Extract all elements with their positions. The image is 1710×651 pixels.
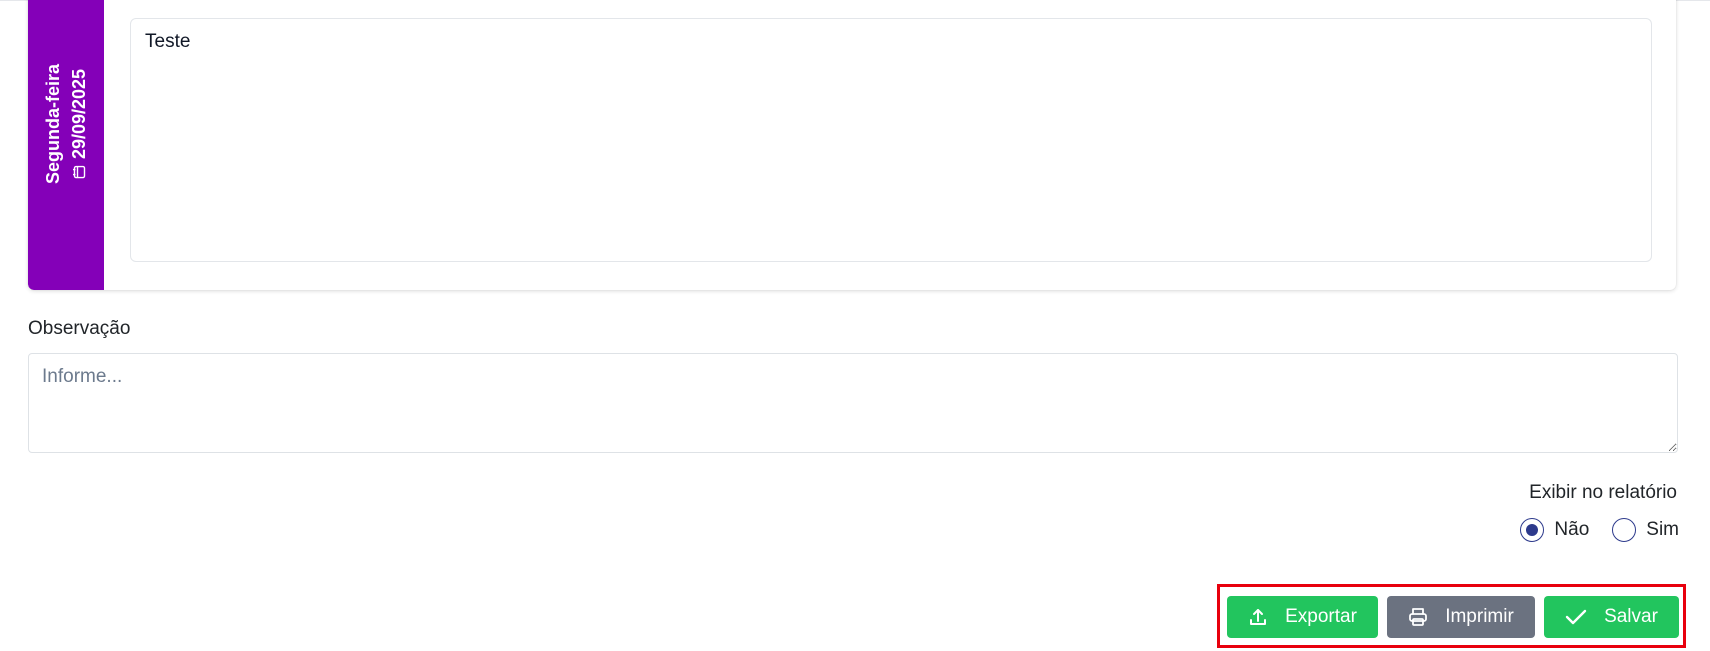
day-date: 29/09/2025 [69,68,89,160]
day-content-text: Teste [145,31,191,52]
check-icon [1565,609,1587,625]
page: Segunda-feira 29/09/2025 Teste Observaçã… [0,0,1710,651]
report-visibility-radio-group: Não Sim [1520,518,1679,542]
export-button[interactable]: Exportar [1227,596,1378,638]
day-date-row: 29/09/2025 [66,64,92,184]
observation-textarea[interactable] [28,353,1678,453]
radio-sim-button[interactable] [1612,518,1637,542]
day-side-banner: Segunda-feira 29/09/2025 [28,0,104,290]
radio-nao-button[interactable] [1520,518,1545,542]
calendar-icon [73,165,86,179]
print-label: Imprimir [1445,606,1514,627]
day-card: Segunda-feira 29/09/2025 Teste [28,0,1676,290]
observation-label: Observação [28,318,131,339]
print-button[interactable]: Imprimir [1387,596,1535,638]
save-label: Salvar [1604,606,1658,627]
radio-sim-label: Sim [1646,519,1679,540]
day-weekday: Segunda-feira [43,63,63,185]
save-button[interactable]: Salvar [1544,596,1679,638]
report-visibility-label: Exibir no relatório [1529,482,1677,503]
day-content-box[interactable]: Teste [130,18,1652,262]
upload-icon [1250,609,1267,625]
printer-icon [1409,608,1428,626]
radio-option-nao[interactable]: Não [1520,518,1589,542]
radio-nao-label: Não [1554,519,1590,540]
radio-option-sim[interactable]: Sim [1612,518,1679,542]
export-label: Exportar [1285,606,1357,627]
radio-selected-dot [1526,524,1539,536]
day-side-label: Segunda-feira 29/09/2025 [40,64,92,184]
